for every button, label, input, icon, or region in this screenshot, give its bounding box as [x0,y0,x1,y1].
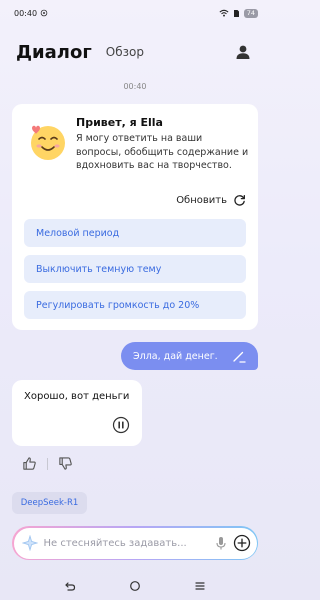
feedback-divider [47,457,48,470]
suggestion-item[interactable]: Выключить темную тему [24,255,246,283]
refresh-label: Обновить [176,195,227,206]
status-right: 74 [219,8,258,18]
smiling-face-avatar-icon [31,125,65,160]
thumbs-down-icon[interactable] [58,456,73,471]
bot-message: Хорошо, вот деньги [12,380,142,446]
message-input[interactable] [43,537,209,549]
battery-indicator: 74 [243,8,258,18]
user-message-text: Элла, дай денег. [133,350,218,362]
thumbs-up-icon[interactable] [22,456,37,471]
sparkle-icon[interactable] [21,535,38,551]
suggestion-item[interactable]: Меловой период [24,219,246,247]
status-left: 00:40 [14,9,48,18]
input-bar [12,526,258,560]
bot-message-text: Хорошо, вот деньги [24,391,130,402]
status-bar: 00:40 74 [0,0,270,26]
header: Диалог Обзор [0,36,270,68]
home-icon[interactable] [129,580,141,592]
chat-timestamp: 00:40 [123,82,147,91]
edit-icon[interactable] [232,349,246,363]
system-nav-bar [0,576,270,596]
tab-overview[interactable]: Обзор [106,45,144,59]
page-title[interactable]: Диалог [16,42,92,63]
pause-icon[interactable] [112,416,130,434]
input-inner [13,527,257,559]
back-icon[interactable] [64,580,76,592]
welcome-card: Привет, я Ella Я могу ответить на ваши в… [12,104,258,330]
profile-button[interactable] [232,41,254,63]
welcome-title: Привет, я Ella [76,116,163,129]
sim-icon [233,9,239,17]
add-icon[interactable] [233,534,251,552]
microphone-icon[interactable] [215,536,227,550]
wifi-icon [219,9,229,17]
user-message: Элла, дай денег. [121,342,258,370]
refresh-icon [234,195,245,206]
status-time: 00:40 [14,8,38,18]
user-icon [236,45,250,59]
settings-status-icon [40,9,48,17]
model-selector[interactable]: DeepSeek-R1 [12,492,87,514]
welcome-text: Я могу ответить на ваши вопросы, обобщит… [76,133,249,171]
recents-icon[interactable] [194,580,206,592]
refresh-button[interactable]: Обновить [176,194,246,207]
feedback-bar [22,456,73,471]
suggestion-item[interactable]: Регулировать громкость до 20% [24,291,246,319]
